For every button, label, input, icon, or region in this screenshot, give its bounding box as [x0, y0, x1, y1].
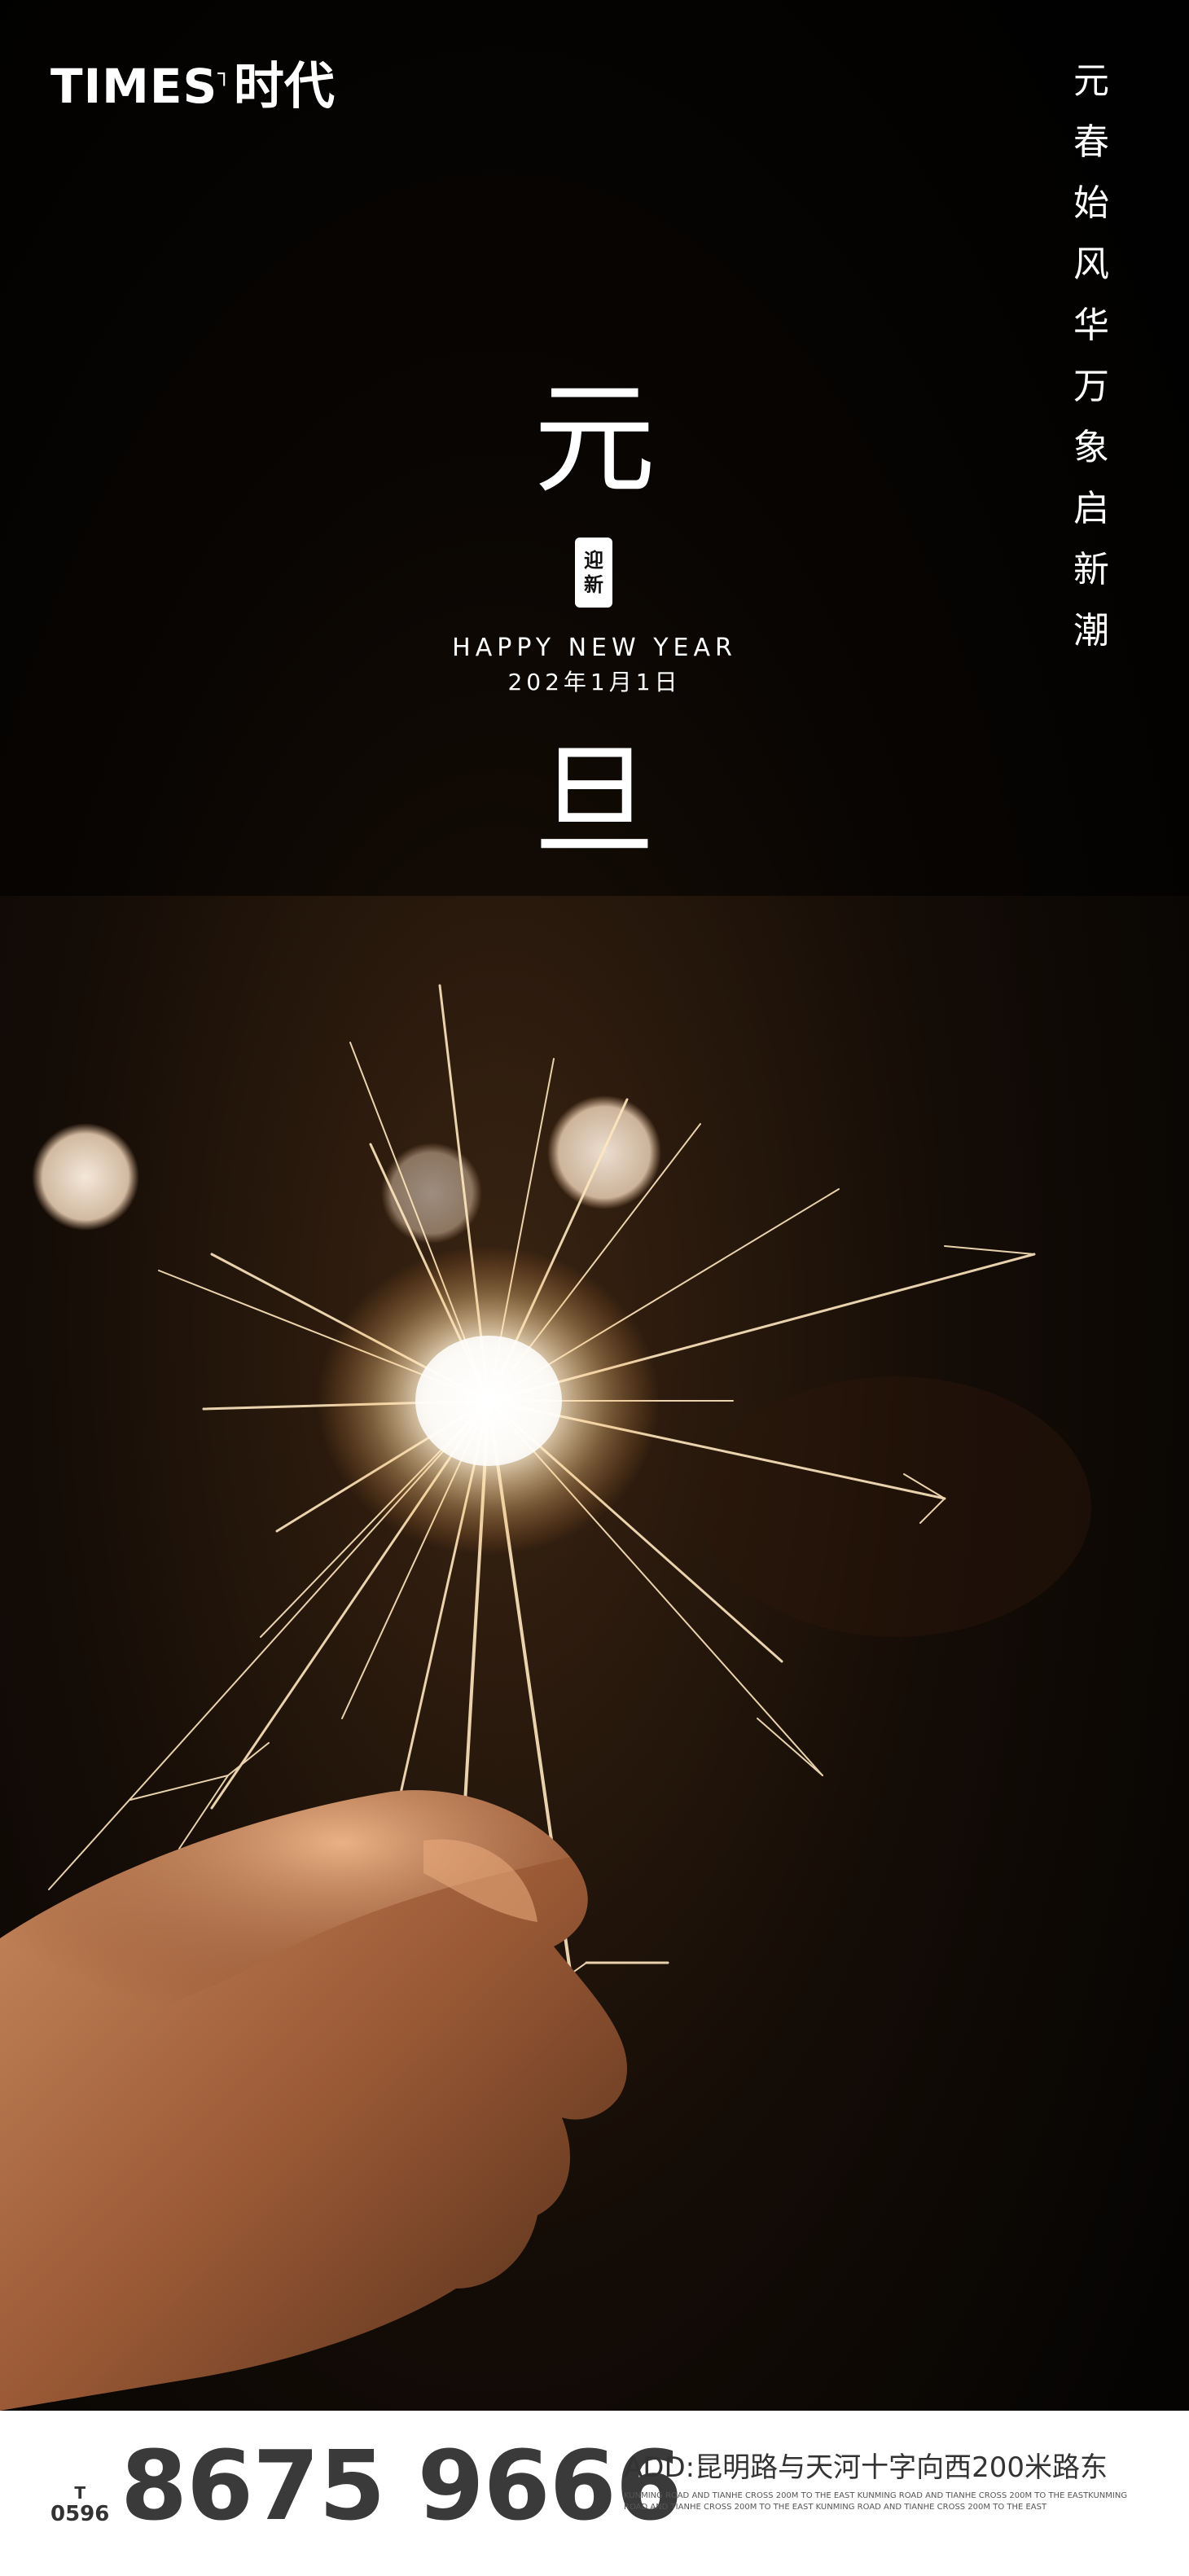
- slogan-char: 春: [1073, 121, 1109, 163]
- seal-char: 迎: [584, 548, 603, 572]
- slogan-char: 风: [1073, 244, 1109, 285]
- slogan-char: 新: [1073, 549, 1109, 590]
- sparkler-photo: [0, 0, 1189, 2411]
- slogan-char: 元: [1073, 60, 1109, 102]
- slogan-char: 华: [1073, 305, 1109, 346]
- poster: TIMES ┐ 时代 元 春 始 风 华 万 象 启 新 潮 元 迎 新 HAP…: [0, 0, 1189, 2576]
- bokeh-light: [547, 1095, 661, 1209]
- bokeh-light: [381, 1143, 482, 1244]
- title-char-yuan: 元: [533, 369, 656, 511]
- brand-name-en: TIMES: [50, 59, 218, 114]
- vertical-slogan: 元 春 始 风 华 万 象 启 新 潮: [1059, 50, 1124, 661]
- brand-mark: ┐: [217, 62, 230, 86]
- brand-name-cn: 时代: [233, 56, 335, 116]
- bokeh-light: [32, 1123, 139, 1231]
- brand-logo: TIMES ┐ 时代: [50, 57, 335, 116]
- phone-mark-icon: T: [74, 2483, 86, 2503]
- slogan-char: 始: [1073, 182, 1109, 224]
- area-code-text: 0596: [50, 2502, 110, 2526]
- address: ADD:昆明路与天河十字向西200米路东: [624, 2451, 1108, 2484]
- title-char-dan: 旦: [533, 731, 656, 873]
- date-text: 202年1月1日: [507, 669, 682, 696]
- address-english: KUNMING ROAD AND TIANHE CROSS 200M TO TH…: [624, 2491, 1128, 2512]
- phone-number: 8675 9666: [121, 2429, 682, 2542]
- happy-new-year-text: HAPPY NEW YEAR: [452, 634, 737, 662]
- seal-stamp: 迎 新: [575, 538, 612, 608]
- seal-char: 新: [584, 573, 603, 596]
- area-code: T 0596: [50, 2484, 109, 2526]
